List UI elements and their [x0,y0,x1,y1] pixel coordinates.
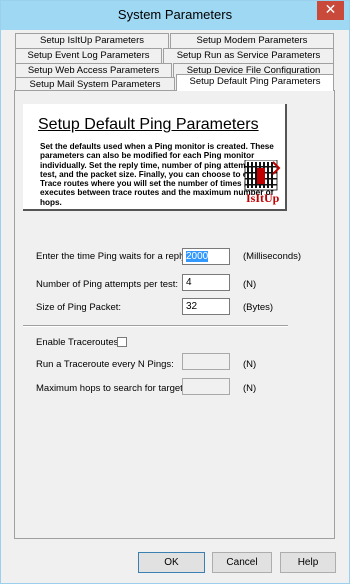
packet-value: 32 [186,301,198,312]
window-title: System Parameters [117,7,233,22]
tab-modem[interactable]: Setup Modem Parameters [170,33,334,48]
help-button[interactable]: Help [280,552,336,573]
hops-unit: (N) [243,383,257,394]
hops-field[interactable] [182,378,230,395]
tab-default-ping[interactable]: Setup Default Ping Parameters [176,74,334,91]
tab-run-as-service[interactable]: Setup Run as Service Parameters [163,48,334,63]
tab-isitup[interactable]: Setup IsItUp Parameters [15,33,169,48]
wait-unit: (Milliseconds) [243,251,302,262]
logo-text: IsItUp [246,191,280,205]
page-title: Setup Default Ping Parameters [38,116,259,133]
attempts-unit: (N) [243,279,257,290]
attempts-value: 4 [186,277,192,288]
separator [23,325,288,327]
tab-event-log[interactable]: Setup Event Log Parameters [15,48,162,63]
ok-button[interactable]: OK [138,552,205,573]
packet-field[interactable]: 32 [182,298,230,315]
attempts-field[interactable]: 4 [182,274,230,291]
cancel-button[interactable]: Cancel [212,552,272,573]
isitup-logo-icon: IsItUp [243,159,283,208]
wait-label: Enter the time Ping waits for a reply: [36,251,189,262]
traceroute-checkbox[interactable] [117,337,127,347]
wait-field[interactable]: 2000 [182,248,230,265]
every-field[interactable] [182,353,230,370]
tab-web-access[interactable]: Setup Web Access Parameters [15,63,172,78]
packet-unit: (Bytes) [243,302,274,313]
every-label: Run a Traceroute every N Pings: [36,359,174,370]
wait-value: 2000 [186,251,209,262]
hops-label: Maximum hops to search for target: [36,383,186,394]
attempts-label: Number of Ping attempts per test: [36,279,179,290]
close-icon[interactable]: ✕ [317,1,344,20]
title-bar: System Parameters ✕ [1,1,349,30]
every-unit: (N) [243,359,257,370]
traceroute-label: Enable Traceroutes: [36,337,122,348]
packet-label: Size of Ping Packet: [36,302,122,313]
